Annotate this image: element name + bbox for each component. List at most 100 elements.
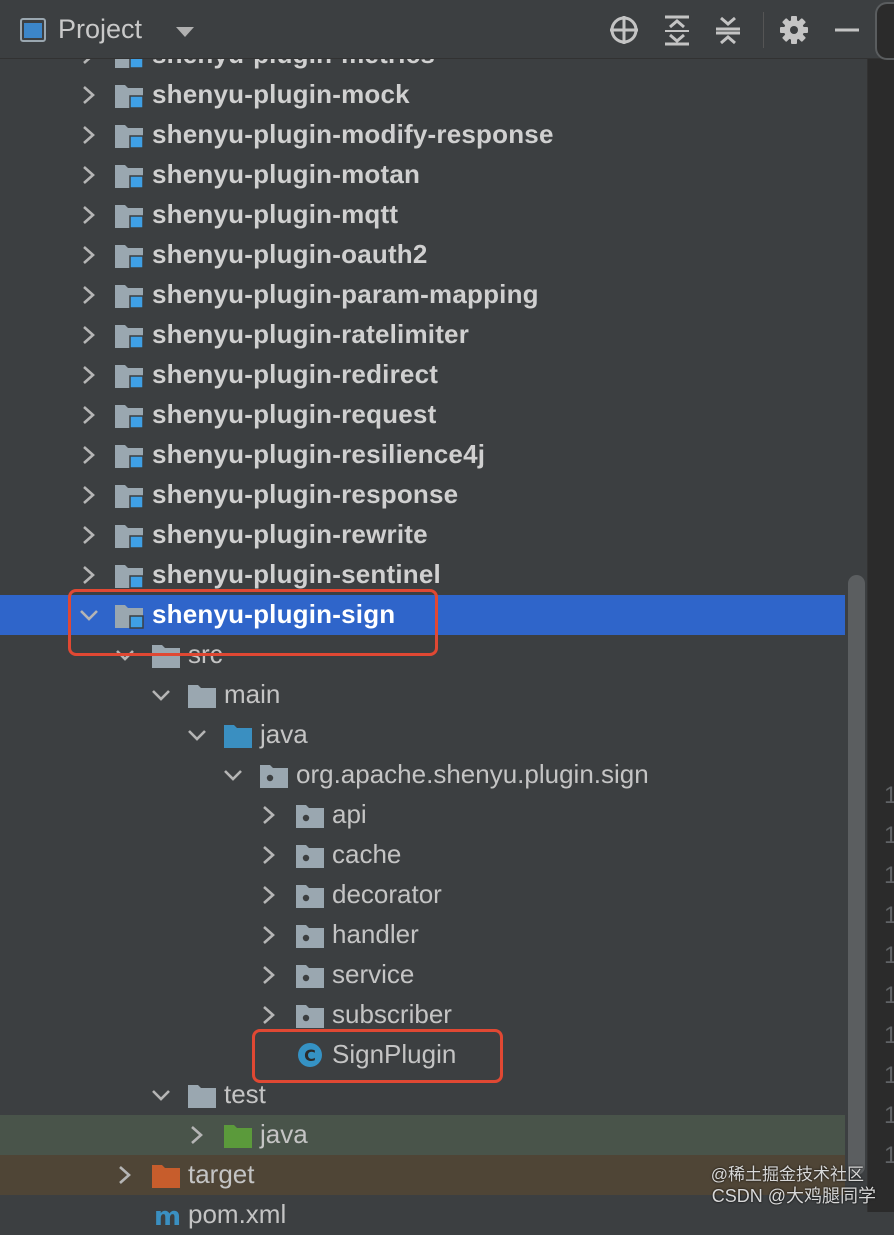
tree-scrollbar-thumb[interactable] xyxy=(848,575,865,1175)
chevron-down-icon[interactable] xyxy=(224,765,242,785)
tree-node-api[interactable]: api xyxy=(0,795,845,835)
tree-node-label: cache xyxy=(332,839,402,869)
tree-node-label: SignPlugin xyxy=(332,1039,457,1069)
chevron-down-icon[interactable] xyxy=(116,645,134,665)
locate-target-icon[interactable] xyxy=(608,14,640,46)
package-icon xyxy=(295,841,325,869)
tree-node-src[interactable]: src xyxy=(0,635,845,675)
chevron-right-icon[interactable] xyxy=(80,485,98,505)
package-icon xyxy=(295,961,325,989)
tree-node-label: shenyu-plugin-param-mapping xyxy=(152,279,539,309)
gear-icon[interactable] xyxy=(778,14,810,46)
collapse-all-icon[interactable] xyxy=(712,14,744,46)
tree-node-org-apache-shenyu-plugin-sign[interactable]: org.apache.shenyu.plugin.sign xyxy=(0,755,845,795)
chevron-right-icon[interactable] xyxy=(260,925,278,945)
chevron-right-icon[interactable] xyxy=(80,285,98,305)
chevron-down-icon[interactable] xyxy=(152,685,170,705)
tree-node-label: main xyxy=(224,679,281,709)
tree-node-label: api xyxy=(332,799,367,829)
tree-node-label: shenyu-plugin-response xyxy=(152,479,459,509)
chevron-right-icon[interactable] xyxy=(260,885,278,905)
tree-node-shenyu-plugin-rewrite[interactable]: shenyu-plugin-rewrite xyxy=(0,515,845,555)
tree-node-shenyu-plugin-mock[interactable]: shenyu-plugin-mock xyxy=(0,75,845,115)
tree-node-shenyu-plugin-oauth2[interactable]: shenyu-plugin-oauth2 xyxy=(0,235,845,275)
chevron-right-icon[interactable] xyxy=(80,165,98,185)
chevron-right-icon[interactable] xyxy=(80,565,98,585)
chevron-right-icon[interactable] xyxy=(188,1125,206,1145)
line-number: 1 xyxy=(884,822,894,849)
tree-node-label: service xyxy=(332,959,415,989)
chevron-right-icon[interactable] xyxy=(80,405,98,425)
tree-node-shenyu-plugin-request[interactable]: shenyu-plugin-request xyxy=(0,395,845,435)
tree-node-shenyu-plugin-redirect[interactable]: shenyu-plugin-redirect xyxy=(0,355,845,395)
project-tree: shenyu-plugin-metricsshenyu-plugin-mocks… xyxy=(0,35,845,1235)
chevron-right-icon[interactable] xyxy=(80,125,98,145)
module-folder-icon xyxy=(114,481,144,509)
line-number: 1 xyxy=(884,1062,894,1089)
line-number: 1 xyxy=(884,1102,894,1129)
module-folder-icon xyxy=(114,521,144,549)
tree-node-handler[interactable]: handler xyxy=(0,915,845,955)
tree-node-subscriber[interactable]: subscriber xyxy=(0,995,845,1035)
line-number: 1 xyxy=(884,982,894,1009)
tree-node-shenyu-plugin-response[interactable]: shenyu-plugin-response xyxy=(0,475,845,515)
module-folder-icon xyxy=(114,321,144,349)
tree-node-java[interactable]: java xyxy=(0,715,845,755)
tree-node-label: shenyu-plugin-oauth2 xyxy=(152,239,428,269)
tree-node-label: shenyu-plugin-rewrite xyxy=(152,519,428,549)
chevron-right-icon[interactable] xyxy=(116,1165,134,1185)
tree-node-service[interactable]: service xyxy=(0,955,845,995)
chevron-right-icon[interactable] xyxy=(260,965,278,985)
chevron-right-icon[interactable] xyxy=(80,525,98,545)
package-icon xyxy=(295,801,325,829)
chevron-right-icon[interactable] xyxy=(80,205,98,225)
minimize-icon[interactable] xyxy=(833,14,865,46)
tree-node-label: test xyxy=(224,1079,266,1109)
chevron-right-icon[interactable] xyxy=(80,85,98,105)
module-folder-icon xyxy=(114,401,144,429)
editor-tab-edge xyxy=(875,2,894,60)
module-folder-icon xyxy=(114,241,144,269)
tree-node-shenyu-plugin-motan[interactable]: shenyu-plugin-motan xyxy=(0,155,845,195)
tree-node-shenyu-plugin-sign[interactable]: shenyu-plugin-sign xyxy=(0,595,845,635)
chevron-right-icon[interactable] xyxy=(80,445,98,465)
chevron-right-icon[interactable] xyxy=(260,1005,278,1025)
svg-text:m: m xyxy=(154,1202,181,1229)
maven-pom-icon: m xyxy=(151,1201,181,1232)
module-folder-icon xyxy=(114,201,144,229)
tree-node-label: subscriber xyxy=(332,999,452,1029)
tree-node-main[interactable]: main xyxy=(0,675,845,715)
tree-node-shenyu-plugin-ratelimiter[interactable]: shenyu-plugin-ratelimiter xyxy=(0,315,845,355)
project-tool-window-header: Project xyxy=(0,0,894,60)
tree-node-shenyu-plugin-modify-response[interactable]: shenyu-plugin-modify-response xyxy=(0,115,845,155)
tree-node-label: java xyxy=(260,1119,308,1149)
tree-node-label: shenyu-plugin-motan xyxy=(152,159,421,189)
excluded-folder-icon xyxy=(151,1161,181,1189)
chevron-right-icon[interactable] xyxy=(80,325,98,345)
chevron-right-icon[interactable] xyxy=(80,245,98,265)
tree-node-cache[interactable]: cache xyxy=(0,835,845,875)
tree-node-label: shenyu-plugin-mock xyxy=(152,79,410,109)
tree-node-decorator[interactable]: decorator xyxy=(0,875,845,915)
folder-icon xyxy=(151,641,181,669)
chevron-down-icon[interactable] xyxy=(174,24,196,40)
chevron-down-icon[interactable] xyxy=(152,1085,170,1105)
chevron-down-icon[interactable] xyxy=(80,605,98,625)
expand-all-icon[interactable] xyxy=(661,14,693,46)
tree-node-shenyu-plugin-resilience4j[interactable]: shenyu-plugin-resilience4j xyxy=(0,435,845,475)
tree-node-signplugin[interactable]: C SignPlugin xyxy=(0,1035,845,1075)
tree-node-test[interactable]: test xyxy=(0,1075,845,1115)
chevron-right-icon[interactable] xyxy=(80,365,98,385)
line-number: 1 xyxy=(884,1142,894,1169)
tree-node-java[interactable]: java xyxy=(0,1115,845,1155)
tree-node-label: shenyu-plugin-redirect xyxy=(152,359,439,389)
tree-node-shenyu-plugin-param-mapping[interactable]: shenyu-plugin-param-mapping xyxy=(0,275,845,315)
tree-node-shenyu-plugin-mqtt[interactable]: shenyu-plugin-mqtt xyxy=(0,195,845,235)
tree-node-shenyu-plugin-sentinel[interactable]: shenyu-plugin-sentinel xyxy=(0,555,845,595)
chevron-right-icon[interactable] xyxy=(260,805,278,825)
chevron-right-icon[interactable] xyxy=(260,845,278,865)
tool-window-title[interactable]: Project xyxy=(58,14,142,45)
source-root-folder-icon xyxy=(223,721,253,749)
chevron-down-icon[interactable] xyxy=(188,725,206,745)
project-window-icon xyxy=(20,18,46,42)
